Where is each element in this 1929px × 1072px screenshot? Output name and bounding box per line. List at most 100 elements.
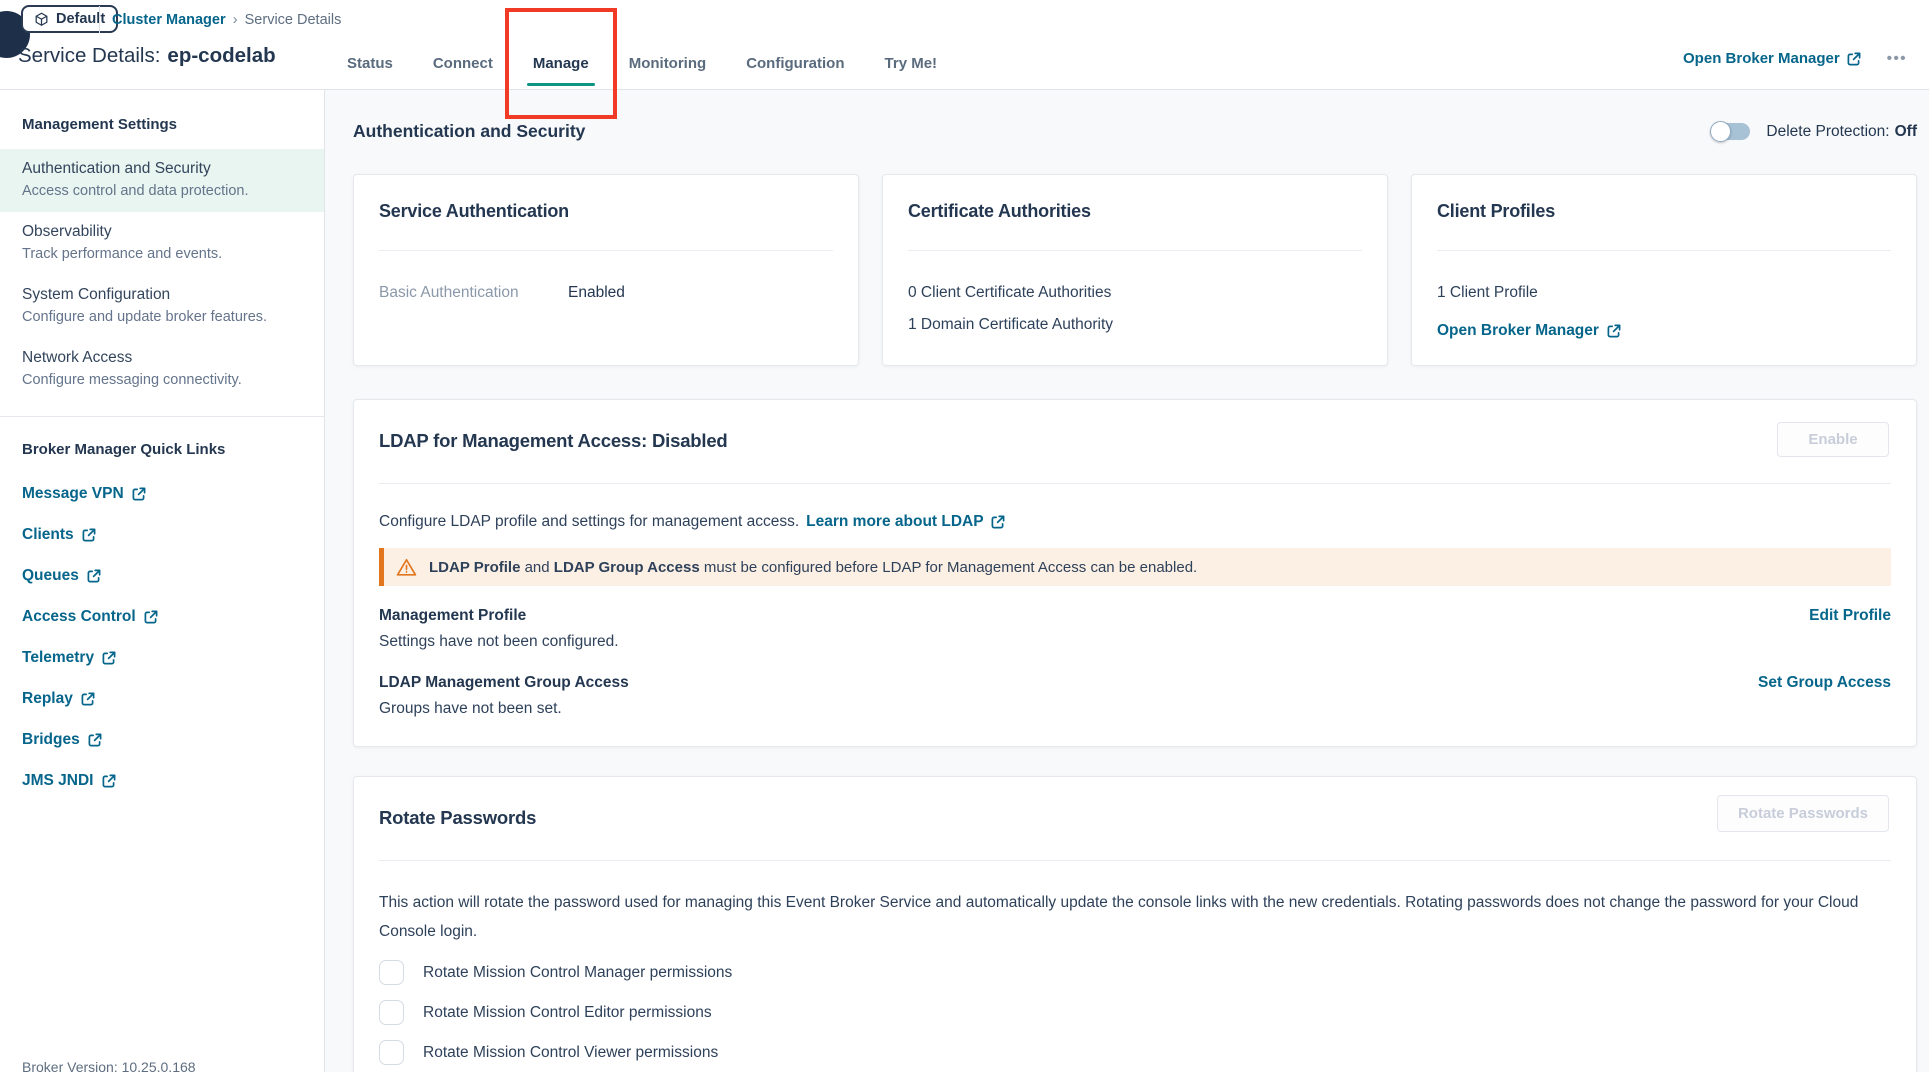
checkbox-label: Rotate Mission Control Editor permission… xyxy=(423,1004,712,1022)
ldap-group-access-status: Groups have not been set. xyxy=(379,700,1891,718)
divider xyxy=(1437,250,1891,251)
external-link-icon xyxy=(132,487,146,501)
basic-authentication-label: Basic Authentication xyxy=(379,284,568,302)
ldap-warning-text: LDAP Profile and LDAP Group Access must … xyxy=(429,559,1197,576)
sidebar-item-system-configuration[interactable]: System Configuration Configure and updat… xyxy=(0,275,324,338)
page-title-label: Service Details: xyxy=(18,44,160,67)
set-group-access-link[interactable]: Set Group Access xyxy=(1758,674,1891,692)
toggle-knob xyxy=(1710,121,1731,142)
edit-profile-link[interactable]: Edit Profile xyxy=(1809,607,1891,625)
enable-button[interactable]: Enable xyxy=(1777,422,1889,457)
tab-status[interactable]: Status xyxy=(345,40,395,86)
checkbox-row-manager-permissions: Rotate Mission Control Manager permissio… xyxy=(379,960,1891,985)
tab-try-me[interactable]: Try Me! xyxy=(883,40,940,86)
divider xyxy=(908,250,1362,251)
ldap-description-text: Configure LDAP profile and settings for … xyxy=(379,513,799,531)
quick-links-heading: Broker Manager Quick Links xyxy=(22,441,302,458)
open-broker-manager-card-link[interactable]: Open Broker Manager xyxy=(1437,322,1891,340)
quick-link-jms-jndi[interactable]: JMS JNDI xyxy=(22,771,302,790)
page-title: Service Details: ep-codelab xyxy=(18,44,276,68)
tab-monitoring[interactable]: Monitoring xyxy=(627,40,708,86)
quick-link-label: Bridges xyxy=(22,730,80,749)
quick-link-label: Clients xyxy=(22,525,74,544)
ldap-card-title: LDAP for Management Access: Disabled xyxy=(379,430,1891,452)
checkbox-label: Rotate Mission Control Viewer permission… xyxy=(423,1044,718,1062)
external-link-icon xyxy=(991,515,1005,529)
rotate-passwords-card: Rotate Passwords Rotate Passwords This a… xyxy=(353,776,1917,1072)
sidebar: Management Settings Authentication and S… xyxy=(0,90,325,1072)
ldap-management-access-card: Enable LDAP for Management Access: Disab… xyxy=(353,399,1917,747)
sidebar-item-authentication-and-security[interactable]: Authentication and Security Access contr… xyxy=(0,149,324,212)
tab-configuration[interactable]: Configuration xyxy=(744,40,846,86)
management-profile-row: Management Profile Edit Profile xyxy=(379,607,1891,625)
learn-more-ldap-link[interactable]: Learn more about LDAP xyxy=(806,513,1004,531)
service-name: ep-codelab xyxy=(167,44,275,67)
tab-connect[interactable]: Connect xyxy=(431,40,495,86)
tab-label: Configuration xyxy=(746,55,844,72)
sidebar-item-title: Observability xyxy=(22,222,302,241)
rotate-passwords-button[interactable]: Rotate Passwords xyxy=(1717,795,1889,832)
external-link-icon xyxy=(102,651,116,665)
sidebar-item-title: System Configuration xyxy=(22,285,302,304)
basic-authentication-value: Enabled xyxy=(568,284,625,302)
delete-protection-toggle[interactable] xyxy=(1712,123,1750,140)
breadcrumb-cluster-manager[interactable]: Cluster Manager xyxy=(112,12,226,28)
external-link-icon xyxy=(81,692,95,706)
rotate-passwords-title: Rotate Passwords xyxy=(379,807,1891,829)
divider xyxy=(379,250,833,251)
summary-cards: Service Authentication Basic Authenticat… xyxy=(353,174,1917,366)
open-broker-manager-link[interactable]: Open Broker Manager xyxy=(1683,50,1861,67)
quick-link-telemetry[interactable]: Telemetry xyxy=(22,648,302,667)
manager-permissions-checkbox[interactable] xyxy=(379,960,404,985)
quick-link-message-vpn[interactable]: Message VPN xyxy=(22,484,302,503)
client-profile-count: 1 Client Profile xyxy=(1437,284,1891,302)
sidebar-divider xyxy=(0,416,324,417)
warning-mid-text: and xyxy=(520,559,553,576)
viewer-permissions-checkbox[interactable] xyxy=(379,1040,404,1065)
external-link-icon xyxy=(1607,324,1621,338)
cube-icon xyxy=(34,12,49,27)
management-settings-heading: Management Settings xyxy=(22,116,302,133)
quick-link-label: Message VPN xyxy=(22,484,124,503)
environment-badge[interactable]: Default xyxy=(21,5,118,33)
tab-manage[interactable]: Manage xyxy=(531,40,591,86)
editor-permissions-checkbox[interactable] xyxy=(379,1000,404,1025)
quick-link-clients[interactable]: Clients xyxy=(22,525,302,544)
external-link-icon xyxy=(1847,52,1861,66)
quick-link-access-control[interactable]: Access Control xyxy=(22,607,302,626)
external-link-icon xyxy=(87,569,101,583)
header-separator xyxy=(99,6,100,33)
domain-certificate-authority-count: 1 Domain Certificate Authority xyxy=(908,316,1362,334)
more-menu-button[interactable]: ••• xyxy=(1885,46,1909,71)
tab-bar: Status Connect Manage Monitoring Configu… xyxy=(345,40,939,86)
sidebar-item-network-access[interactable]: Network Access Configure messaging conne… xyxy=(0,338,324,401)
learn-more-ldap-label: Learn more about LDAP xyxy=(806,513,983,531)
management-profile-title: Management Profile xyxy=(379,607,526,625)
external-link-icon xyxy=(144,610,158,624)
external-link-icon xyxy=(82,528,96,542)
warning-triangle-icon xyxy=(396,557,417,578)
sidebar-item-subtitle: Access control and data protection. xyxy=(22,182,302,201)
certificate-authorities-card: Certificate Authorities 0 Client Certifi… xyxy=(882,174,1388,366)
open-broker-manager-card-label: Open Broker Manager xyxy=(1437,322,1599,340)
environment-badge-label: Default xyxy=(56,11,105,27)
open-broker-manager-label: Open Broker Manager xyxy=(1683,50,1840,67)
sidebar-item-subtitle: Configure and update broker features. xyxy=(22,308,302,327)
sidebar-item-title: Authentication and Security xyxy=(22,159,302,178)
quick-link-queues[interactable]: Queues xyxy=(22,566,302,585)
tab-label: Status xyxy=(347,55,393,72)
quick-link-bridges[interactable]: Bridges xyxy=(22,730,302,749)
quick-link-replay[interactable]: Replay xyxy=(22,689,302,708)
quick-link-label: Telemetry xyxy=(22,648,94,667)
warning-rest-text: must be configured before LDAP for Manag… xyxy=(700,559,1198,576)
quick-link-label: Replay xyxy=(22,689,73,708)
sidebar-item-subtitle: Configure messaging connectivity. xyxy=(22,371,302,390)
service-details-page: Default Cluster Manager › Service Detail… xyxy=(0,0,1929,1072)
broker-version: Broker Version: 10.25.0.168 xyxy=(22,1059,196,1072)
card-title: Service Authentication xyxy=(379,201,833,222)
tab-label: Connect xyxy=(433,55,493,72)
delete-protection-control: Delete Protection:Off xyxy=(1712,123,1917,141)
warning-bold-ldap-group-access: LDAP Group Access xyxy=(554,559,700,576)
header-actions: Open Broker Manager ••• xyxy=(1683,46,1909,71)
sidebar-item-observability[interactable]: Observability Track performance and even… xyxy=(0,212,324,275)
